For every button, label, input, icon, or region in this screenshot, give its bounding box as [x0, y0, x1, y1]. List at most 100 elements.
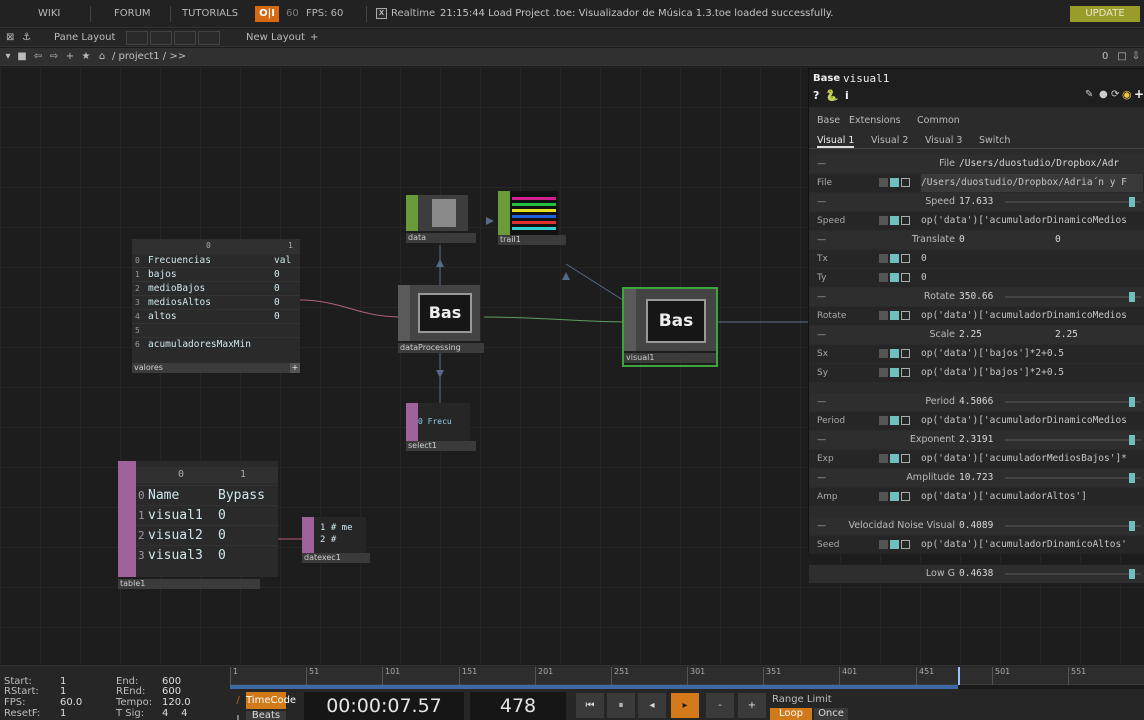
parameter-value[interactable]: 17.633	[959, 193, 993, 211]
add-layout-button[interactable]: +	[310, 31, 318, 45]
node-select1[interactable]: 0 Frecu select1	[406, 403, 476, 451]
page-tab-base[interactable]: Base	[817, 115, 840, 126]
parameter-value[interactable]: 350.66	[959, 288, 993, 306]
expression-field[interactable]: op('data')['acumuladorDinamicoMedios	[921, 212, 1143, 230]
forward-arrow-icon[interactable]: ⇨	[48, 51, 60, 63]
loop-button[interactable]: Loop	[770, 708, 812, 720]
back-arrow-icon[interactable]: ⇦	[32, 51, 44, 63]
parameter-row[interactable]: — Scale 2.25 2.25	[809, 326, 1144, 344]
node-trail1[interactable]: trail1	[498, 191, 566, 245]
page-tab-switch[interactable]: Switch	[979, 135, 1010, 146]
forum-link[interactable]: FORUM	[114, 7, 151, 21]
expression-field[interactable]: 0	[921, 250, 1143, 268]
layout-preset-3[interactable]	[174, 31, 196, 45]
help-icon[interactable]: ?	[813, 89, 819, 102]
parameter-value[interactable]: 0.4638	[959, 565, 993, 583]
pane-menu-icon[interactable]: ▾	[2, 51, 14, 63]
node-label[interactable]: valores	[132, 363, 290, 373]
edit-pencil-icon[interactable]: ✎	[1085, 89, 1093, 100]
parameter-expression-row[interactable]: Seed op('data')['acumuladorDinamicoAltos'	[809, 536, 1144, 554]
parameter-value-2[interactable]: 2.25	[1055, 326, 1078, 344]
parameter-row[interactable]: — Rotate 350.66	[809, 288, 1144, 306]
node-label[interactable]: trail1	[498, 235, 566, 245]
parameter-value[interactable]: 2.25	[959, 326, 982, 344]
parameter-row[interactable]: Low G 0.4638	[809, 565, 1144, 583]
node-visual1[interactable]: Bas visual1	[622, 287, 718, 367]
node-label[interactable]: select1	[406, 441, 476, 451]
expression-field[interactable]: op('data')['bajos']*2+0.5	[921, 345, 1143, 363]
realtime-checkbox[interactable]: x	[376, 8, 387, 19]
layout-preset-1[interactable]	[126, 31, 148, 45]
parameter-expression-row[interactable]: Amp op('data')['acumuladorAltos']	[809, 488, 1144, 506]
parameter-value[interactable]: 10.723	[959, 469, 993, 487]
parameter-value[interactable]: 0	[959, 231, 965, 249]
parameter-expression-row[interactable]: Ty 0	[809, 269, 1144, 287]
frame-display[interactable]: 478	[470, 692, 566, 720]
parameter-row[interactable]: — Speed 17.633	[809, 193, 1144, 211]
beats-button[interactable]: Beats	[246, 711, 286, 720]
parameter-value[interactable]: 4.5066	[959, 393, 993, 411]
parameter-mode-buttons[interactable]	[879, 178, 912, 188]
node-label[interactable]: datexec1	[302, 553, 370, 563]
resetf-value[interactable]: 1	[60, 708, 66, 719]
playhead[interactable]	[958, 667, 960, 685]
step-back-button[interactable]: ◂	[638, 693, 666, 718]
parameter-mode-buttons[interactable]	[879, 540, 912, 550]
oi-toggle-button[interactable]: O|I	[255, 6, 279, 22]
fps-value[interactable]: 60.0	[60, 697, 82, 708]
expression-field[interactable]: 0	[921, 269, 1143, 287]
parameter-value-2[interactable]: 0	[1055, 231, 1061, 249]
expression-field[interactable]: op('data')['acumuladorAltos']	[921, 488, 1143, 506]
timecode-display[interactable]: 00:00:07.57	[304, 692, 464, 720]
step-plus-button[interactable]: +	[738, 693, 766, 718]
node-expand-icon[interactable]: +	[290, 363, 300, 373]
expression-field[interactable]: op('data')['acumuladorDinamicoMedios	[921, 412, 1143, 430]
parameter-expression-row[interactable]: Period op('data')['acumuladorDinamicoMedi…	[809, 412, 1144, 430]
node-valores[interactable]: 0 1 0 Frecuencias val 1 bajos 0 2 medioBajos 0 3 m…	[132, 239, 300, 373]
parameter-expression-row[interactable]: Exp op('data')['acumuladorMediosBajos']*	[809, 450, 1144, 468]
maximize-pane-icon[interactable]: □	[1116, 51, 1128, 63]
parameter-row[interactable]: — File/Users/duostudio/Dropbox/Adr	[809, 155, 1144, 173]
page-tab-visual-1[interactable]: Visual 1	[817, 135, 855, 148]
timeline-ruler[interactable]: 151101151201251301351401451501551600	[230, 667, 1144, 685]
home-icon[interactable]: ⌂	[96, 51, 108, 63]
bookmark-star-icon[interactable]: ★	[80, 51, 92, 63]
parameter-value[interactable]: /Users/duostudio/Dropbox/Adr	[959, 155, 1119, 173]
parameter-slider[interactable]	[1005, 292, 1141, 302]
parameter-slider[interactable]	[1005, 473, 1141, 483]
parameter-mode-buttons[interactable]	[879, 311, 912, 321]
parameter-slider[interactable]	[1005, 435, 1141, 445]
expression-field[interactable]: op('data')['bajos']*2+0.5	[921, 364, 1143, 382]
parameter-expression-row[interactable]: Rotate op('data')['acumuladorDinamicoMedi…	[809, 307, 1144, 325]
info-icon[interactable]: i	[845, 89, 849, 102]
update-button[interactable]: UPDATE	[1070, 6, 1140, 22]
parameter-slider[interactable]	[1005, 197, 1141, 207]
parameter-row[interactable]: — Velocidad Noise Visual 0.4089	[809, 517, 1144, 535]
parameter-expression-row[interactable]: Sy op('data')['bajos']*2+0.5	[809, 364, 1144, 382]
parameter-mode-buttons[interactable]	[879, 492, 912, 502]
parameter-expression-row[interactable]: Tx 0	[809, 250, 1144, 268]
page-tab-extensions[interactable]: Extensions	[849, 115, 901, 126]
timecode-toggle-icon[interactable]: /	[232, 692, 244, 709]
parameter-expression-row[interactable]: Sx op('data')['bajos']*2+0.5	[809, 345, 1144, 363]
parameter-slider[interactable]	[1005, 569, 1141, 579]
parameter-slider[interactable]	[1005, 521, 1141, 531]
step-minus-button[interactable]: -	[706, 693, 734, 718]
parameter-expression-row[interactable]: File/Users/duostudio/Dropbox/Adria´n y F	[809, 174, 1144, 192]
timeline-progress-track[interactable]	[230, 685, 1144, 689]
node-label[interactable]: data	[406, 233, 476, 243]
parameter-mode-buttons[interactable]	[879, 216, 912, 226]
parameter-mode-buttons[interactable]	[879, 254, 912, 264]
parameter-slider[interactable]	[1005, 397, 1141, 407]
operator-name[interactable]: visual1	[843, 72, 889, 85]
parameter-mode-buttons[interactable]	[879, 368, 912, 378]
anchor-icon[interactable]: ⚓	[22, 31, 31, 45]
parameter-expression-row[interactable]: Speed op('data')['acumuladorDinamicoMedio…	[809, 212, 1144, 230]
network-path[interactable]: / project1 / >>	[112, 50, 186, 64]
page-tab-visual-2[interactable]: Visual 2	[871, 135, 908, 146]
add-parameter-icon[interactable]: +	[1134, 87, 1144, 101]
split-pane-icon[interactable]: ⇩	[1130, 51, 1142, 63]
timecode-button[interactable]: TimeCode	[246, 692, 296, 709]
beats-toggle-icon[interactable]: I	[232, 711, 244, 720]
node-table1[interactable]: 0 1 0 Name Bypass 1 visual1 0 2 visual2 0 3 visual…	[118, 461, 278, 589]
